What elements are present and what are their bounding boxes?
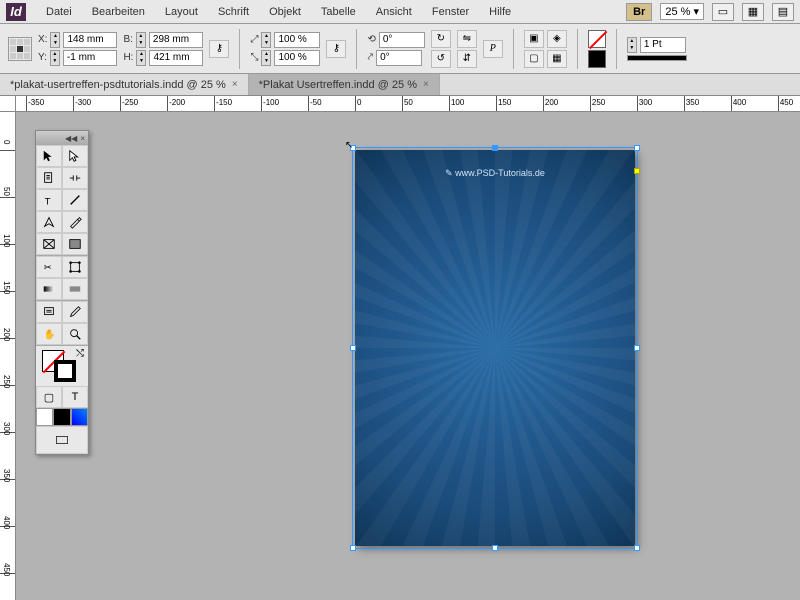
formatting-text-icon[interactable]: T xyxy=(62,386,88,408)
scalex-input[interactable] xyxy=(274,32,320,48)
menu-layout[interactable]: Layout xyxy=(155,6,208,18)
apply-color-swatch[interactable] xyxy=(53,408,70,426)
scissors-tool[interactable]: ✂ xyxy=(36,256,62,278)
menubar: Id Datei Bearbeiten Layout Schrift Objek… xyxy=(0,0,800,24)
gap-tool[interactable] xyxy=(62,167,88,189)
indesign-logo: Id xyxy=(6,3,26,21)
swap-fill-stroke-icon[interactable]: ⤭ xyxy=(76,348,84,359)
menu-fenster[interactable]: Fenster xyxy=(422,6,479,18)
toolbox[interactable]: ◀◀× T ✂ ✋ ⤭ ▢ T xyxy=(35,130,89,455)
menu-hilfe[interactable]: Hilfe xyxy=(479,6,521,18)
svg-text:✋: ✋ xyxy=(44,329,56,341)
workspace-icon[interactable]: ▤ xyxy=(772,3,794,21)
fill-swatch[interactable] xyxy=(588,30,606,48)
scaley-input[interactable] xyxy=(274,50,320,66)
fit-frame-icon[interactable]: ▦ xyxy=(547,50,567,68)
cursor-indicator: ↖ xyxy=(345,140,353,151)
svg-text:T: T xyxy=(45,196,51,207)
menu-tabelle[interactable]: Tabelle xyxy=(311,6,366,18)
bridge-button[interactable]: Br xyxy=(626,3,652,21)
stroke-swatch[interactable] xyxy=(588,50,606,68)
menu-objekt[interactable]: Objekt xyxy=(259,6,311,18)
toolbox-header[interactable]: ◀◀× xyxy=(36,131,88,145)
menu-datei[interactable]: Datei xyxy=(36,6,82,18)
reference-point[interactable] xyxy=(8,37,32,61)
doc-tab-2[interactable]: *Plakat Usertreffen.indd @ 25 %× xyxy=(249,74,440,95)
p-icon[interactable]: P xyxy=(483,40,503,58)
x-spinner[interactable]: ▲▼ xyxy=(50,32,60,48)
zoom-tool[interactable] xyxy=(62,323,88,345)
gradient-swatch-tool[interactable] xyxy=(36,278,62,300)
rectangle-frame-tool[interactable] xyxy=(36,233,62,255)
hand-tool[interactable]: ✋ xyxy=(36,323,62,345)
horizontal-ruler[interactable]: -350-300-250-200-150-100-500501001502002… xyxy=(16,96,800,112)
flip-v-icon[interactable]: ⇵ xyxy=(457,50,477,68)
close-icon[interactable]: × xyxy=(232,79,238,90)
type-tool[interactable]: T xyxy=(36,189,62,211)
shear-input[interactable] xyxy=(376,50,422,66)
menu-bearbeiten[interactable]: Bearbeiten xyxy=(82,6,155,18)
w-spinner[interactable]: ▲▼ xyxy=(136,32,146,48)
y-spinner[interactable]: ▲▼ xyxy=(50,50,60,66)
fill-stroke-control[interactable]: ⤭ xyxy=(36,346,88,386)
fit-content-icon[interactable]: ▢ xyxy=(524,50,544,68)
screen-mode-icon[interactable]: ▭ xyxy=(712,3,734,21)
y-input[interactable] xyxy=(63,50,117,66)
stroke-box[interactable] xyxy=(54,360,76,382)
note-tool[interactable] xyxy=(36,301,62,323)
direct-selection-tool[interactable] xyxy=(62,145,88,167)
page-tool[interactable] xyxy=(36,167,62,189)
zoom-dropdown[interactable]: 25 % ▾ xyxy=(660,3,704,20)
stroke-style-dropdown[interactable] xyxy=(627,55,687,61)
document-url-text: www.PSD-Tutorials.de xyxy=(445,168,545,179)
vertical-ruler[interactable]: -50050100150200250300350400450 xyxy=(0,112,16,600)
svg-text:✂: ✂ xyxy=(44,263,52,274)
flip-h-icon[interactable]: ⇋ xyxy=(457,30,477,48)
select-container-icon[interactable]: ▣ xyxy=(524,30,544,48)
select-content-icon[interactable]: ◈ xyxy=(547,30,567,48)
selection-tool[interactable] xyxy=(36,145,62,167)
constrain-scale-icon[interactable]: ⚷ xyxy=(326,40,346,58)
doc-tab-1[interactable]: *plakat-usertreffen-psdtutorials.indd @ … xyxy=(0,74,249,95)
rotate-input[interactable] xyxy=(379,32,425,48)
control-bar: X:▲▼ Y:▲▼ B:▲▼ H:▲▼ ⚷ ⤢▲▼ ⤡▲▼ ⚷ ⟲ ⤤ ↻ ↺ … xyxy=(0,24,800,74)
document-page[interactable]: www.PSD-Tutorials.de xyxy=(355,150,635,546)
h-input[interactable] xyxy=(149,50,203,66)
stroke-weight-input[interactable] xyxy=(640,37,686,53)
close-icon[interactable]: × xyxy=(423,79,429,90)
menu-ansicht[interactable]: Ansicht xyxy=(366,6,422,18)
apply-gradient-swatch[interactable] xyxy=(71,408,88,426)
w-input[interactable] xyxy=(149,32,203,48)
apply-none-swatch[interactable] xyxy=(36,408,53,426)
line-tool[interactable] xyxy=(62,189,88,211)
rectangle-tool[interactable] xyxy=(62,233,88,255)
document-tabs: *plakat-usertreffen-psdtutorials.indd @ … xyxy=(0,74,800,96)
ruler-origin[interactable] xyxy=(0,96,16,112)
free-transform-tool[interactable] xyxy=(62,256,88,278)
sunburst-background xyxy=(355,150,635,546)
rotate-ccw-icon[interactable]: ↺ xyxy=(431,50,451,68)
menu-schrift[interactable]: Schrift xyxy=(208,6,259,18)
x-input[interactable] xyxy=(63,32,117,48)
arrange-icon[interactable]: ▦ xyxy=(742,3,764,21)
formatting-container-icon[interactable]: ▢ xyxy=(36,386,62,408)
constrain-wh-icon[interactable]: ⚷ xyxy=(209,40,229,58)
eyedropper-tool[interactable] xyxy=(62,301,88,323)
pen-tool[interactable] xyxy=(36,211,62,233)
pencil-tool[interactable] xyxy=(62,211,88,233)
view-mode-normal[interactable] xyxy=(36,426,88,454)
h-spinner[interactable]: ▲▼ xyxy=(136,50,146,66)
gradient-feather-tool[interactable] xyxy=(62,278,88,300)
rotate-cw-icon[interactable]: ↻ xyxy=(431,30,451,48)
